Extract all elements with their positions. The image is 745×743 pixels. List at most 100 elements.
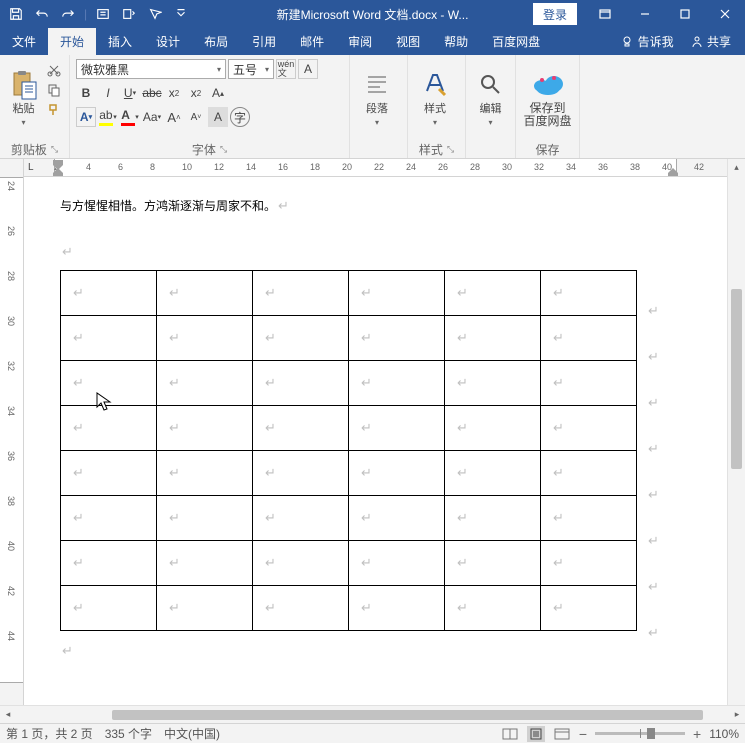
- tell-me[interactable]: 告诉我: [614, 28, 679, 55]
- qat-btn-5[interactable]: [117, 2, 141, 26]
- dialog-launcher-icon[interactable]: ⤡: [447, 144, 454, 155]
- tab-review[interactable]: 审阅: [336, 28, 384, 55]
- tab-view[interactable]: 视图: [384, 28, 432, 55]
- table-cell[interactable]: ↵: [349, 541, 445, 586]
- zoom-in-button[interactable]: +: [693, 726, 701, 742]
- tab-home[interactable]: 开始: [48, 28, 96, 55]
- table-cell[interactable]: ↵: [61, 586, 157, 631]
- horizontal-scrollbar[interactable]: ◂ ▸: [0, 705, 745, 723]
- scroll-left-icon[interactable]: ◂: [0, 709, 16, 720]
- change-case-button[interactable]: Aa▾: [142, 107, 162, 127]
- tab-baidu[interactable]: 百度网盘: [480, 28, 552, 55]
- editing-button[interactable]: 编辑 ▾: [472, 59, 509, 137]
- table-cell[interactable]: ↵: [541, 496, 637, 541]
- zoom-out-button[interactable]: −: [579, 726, 587, 742]
- shrink-font-button[interactable]: A˅: [186, 107, 206, 127]
- table-cell[interactable]: ↵: [253, 361, 349, 406]
- qat-dropdown-icon[interactable]: [169, 2, 193, 26]
- scroll-right-icon[interactable]: ▸: [729, 709, 745, 720]
- tab-mailings[interactable]: 邮件: [288, 28, 336, 55]
- table-cell[interactable]: ↵: [445, 451, 541, 496]
- table-cell[interactable]: ↵: [253, 451, 349, 496]
- table-cell[interactable]: ↵: [253, 406, 349, 451]
- scroll-thumb[interactable]: [731, 289, 742, 469]
- word-count[interactable]: 335 个字: [105, 725, 152, 742]
- table-cell[interactable]: ↵: [61, 361, 157, 406]
- table-cell[interactable]: ↵: [157, 496, 253, 541]
- vertical-ruler[interactable]: 2426283032343638404244: [0, 159, 24, 723]
- read-mode-icon[interactable]: [501, 726, 519, 742]
- table-cell[interactable]: ↵: [349, 316, 445, 361]
- table-cell[interactable]: ↵: [445, 316, 541, 361]
- increase-font-icon[interactable]: A▴: [208, 83, 228, 103]
- web-layout-icon[interactable]: [553, 726, 571, 742]
- qat-btn-6[interactable]: [143, 2, 167, 26]
- paste-button[interactable]: 粘贴 ▾: [6, 59, 41, 137]
- scroll-thumb[interactable]: [112, 710, 703, 720]
- table-cell[interactable]: ↵: [541, 316, 637, 361]
- tab-insert[interactable]: 插入: [96, 28, 144, 55]
- document-table[interactable]: ↵↵↵↵↵↵↵↵↵↵↵↵↵↵↵↵↵↵↵↵↵↵↵↵↵↵↵↵↵↵↵↵↵↵↵↵↵↵↵↵…: [60, 270, 637, 631]
- table-cell[interactable]: ↵: [157, 406, 253, 451]
- table-cell[interactable]: ↵: [157, 541, 253, 586]
- table-cell[interactable]: ↵: [253, 316, 349, 361]
- table-cell[interactable]: ↵: [541, 361, 637, 406]
- table-cell[interactable]: ↵: [349, 496, 445, 541]
- right-indent-marker-icon[interactable]: [667, 167, 679, 177]
- table-cell[interactable]: ↵: [349, 406, 445, 451]
- char-shading-icon[interactable]: A: [208, 107, 228, 127]
- tab-file[interactable]: 文件: [0, 28, 48, 55]
- subscript-button[interactable]: x2: [164, 83, 184, 103]
- table-cell[interactable]: ↵: [445, 496, 541, 541]
- language[interactable]: 中文(中国): [164, 725, 220, 742]
- tab-help[interactable]: 帮助: [432, 28, 480, 55]
- strikethrough-button[interactable]: abc: [142, 83, 162, 103]
- table-cell[interactable]: ↵: [61, 541, 157, 586]
- tab-design[interactable]: 设计: [144, 28, 192, 55]
- table-cell[interactable]: ↵: [61, 496, 157, 541]
- qat-btn-4[interactable]: [91, 2, 115, 26]
- highlight-button[interactable]: ab▾: [98, 107, 118, 127]
- table-cell[interactable]: ↵: [157, 316, 253, 361]
- underline-button[interactable]: U▾: [120, 83, 140, 103]
- minimize-icon[interactable]: [625, 0, 665, 28]
- document-viewport[interactable]: 与方惺惺相惜。方鸿渐逐渐与周家不和。↵ ↵ ↵↵↵↵↵↵↵↵↵↵↵↵↵↵↵↵↵↵…: [24, 177, 727, 723]
- table-cell[interactable]: ↵: [445, 586, 541, 631]
- enclose-char-icon[interactable]: 字: [230, 107, 250, 127]
- table-cell[interactable]: ↵: [349, 586, 445, 631]
- indent-marker-icon[interactable]: [52, 159, 64, 177]
- table-cell[interactable]: ↵: [157, 361, 253, 406]
- text-effects-button[interactable]: A▾: [76, 107, 96, 127]
- cut-icon[interactable]: [45, 61, 63, 79]
- table-cell[interactable]: ↵: [61, 451, 157, 496]
- italic-button[interactable]: I: [98, 83, 118, 103]
- login-button[interactable]: 登录: [533, 3, 577, 25]
- redo-icon[interactable]: [56, 2, 80, 26]
- table-cell[interactable]: ↵: [445, 406, 541, 451]
- table-cell[interactable]: ↵: [61, 316, 157, 361]
- undo-icon[interactable]: [30, 2, 54, 26]
- table-cell[interactable]: ↵: [445, 361, 541, 406]
- vertical-scrollbar[interactable]: ▴ ▾: [727, 159, 745, 723]
- save-baidu-button[interactable]: 保存到百度网盘: [522, 59, 573, 137]
- table-cell[interactable]: ↵: [157, 451, 253, 496]
- dialog-launcher-icon[interactable]: ⤡: [51, 144, 58, 155]
- table-cell[interactable]: ↵: [541, 271, 637, 316]
- horizontal-ruler[interactable]: L 24681012141618202224262830323436384042: [24, 159, 727, 177]
- close-icon[interactable]: [705, 0, 745, 28]
- ribbon-display-icon[interactable]: [585, 0, 625, 28]
- grow-font-button[interactable]: A˄: [164, 107, 184, 127]
- table-cell[interactable]: ↵: [61, 271, 157, 316]
- print-layout-icon[interactable]: [527, 726, 545, 742]
- superscript-button[interactable]: x2: [186, 83, 206, 103]
- table-cell[interactable]: ↵: [541, 541, 637, 586]
- font-name-combo[interactable]: 微软雅黑▾: [76, 59, 226, 79]
- table-cell[interactable]: ↵: [61, 406, 157, 451]
- tab-references[interactable]: 引用: [240, 28, 288, 55]
- table-cell[interactable]: ↵: [157, 586, 253, 631]
- table-cell[interactable]: ↵: [253, 586, 349, 631]
- table-cell[interactable]: ↵: [253, 271, 349, 316]
- zoom-level[interactable]: 110%: [709, 727, 739, 741]
- table-cell[interactable]: ↵: [349, 361, 445, 406]
- styles-button[interactable]: 样式 ▾: [414, 59, 456, 137]
